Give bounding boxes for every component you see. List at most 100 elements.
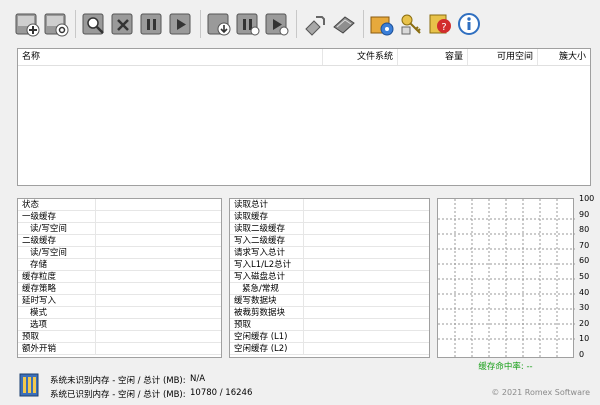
column-block-size[interactable]: 簇大小 — [538, 49, 590, 65]
help-icon: ? — [429, 14, 451, 34]
pause-all-button[interactable] — [235, 11, 261, 37]
stat-value — [304, 235, 429, 246]
graph-grid — [438, 199, 575, 359]
stat-value — [304, 199, 429, 210]
stat-value — [304, 247, 429, 258]
stat-row: 写入L1/L2总计 — [230, 259, 429, 271]
settings-button[interactable] — [369, 11, 395, 37]
view-task-button[interactable] — [81, 11, 107, 37]
cache-status-table: 状态 一级缓存 读/写空间 二级缓存 读/写空间 存储 缓存粒度 缓存策略 延时写入 模式 选项 预取… — [17, 198, 222, 358]
hit-rate-graph — [437, 198, 575, 359]
column-filesystem[interactable]: 文件系统 — [323, 49, 398, 65]
stat-value — [304, 319, 429, 330]
stat-label: 写入L1/L2总计 — [230, 259, 304, 270]
stat-value — [304, 259, 429, 270]
cache-settings-button[interactable] — [43, 11, 69, 37]
status-value — [96, 259, 221, 270]
status-value — [96, 343, 221, 354]
x-icon — [111, 13, 133, 35]
axis-tick-label: 90 — [579, 209, 590, 219]
pause-task-button[interactable] — [139, 11, 165, 37]
resume-all-button[interactable] — [264, 11, 290, 37]
volume-list[interactable]: 名称 文件系统 容量 可用空间 簇大小 — [17, 48, 591, 186]
status-label: 状态 — [18, 199, 96, 210]
play-icon — [169, 13, 191, 35]
recognized-memory-label: 系统已识别内存 - 空闲 / 总计 (MB): — [50, 390, 186, 400]
recognized-memory-value: 10780 / 16246 — [190, 388, 253, 398]
status-label: 额外开销 — [18, 343, 96, 354]
axis-tick-label: 20 — [579, 318, 590, 328]
axis-tick-label: 30 — [579, 303, 590, 313]
stat-row: 空闲缓存 (L2) — [230, 343, 429, 355]
status-label: 存储 — [18, 259, 96, 270]
status-label: 二级缓存 — [18, 235, 96, 246]
cache-hit-rate: 缓存命中率: -- — [478, 362, 533, 372]
status-value — [96, 271, 221, 282]
status-value — [96, 211, 221, 222]
remove-task-button[interactable] — [110, 11, 136, 37]
column-free-space[interactable]: 可用空间 — [468, 49, 538, 65]
stat-row: 紧急/常规 — [230, 283, 429, 295]
status-label: 选项 — [18, 319, 96, 330]
status-label: 缓存粒度 — [18, 271, 96, 282]
flush-cache-button[interactable] — [206, 11, 232, 37]
axis-tick-label: 40 — [579, 287, 590, 297]
axis-tick-label: 80 — [579, 225, 590, 235]
book-button[interactable] — [331, 11, 357, 37]
stat-value — [304, 211, 429, 222]
stat-value — [304, 283, 429, 294]
disk-gear-icon — [44, 13, 69, 37]
add-cache-task-button[interactable] — [14, 11, 40, 37]
status-row: 缓存策略 — [18, 283, 221, 295]
stat-row: 缓写数据块 — [230, 295, 429, 307]
status-row: 存储 — [18, 259, 221, 271]
unrecognized-memory: 系统未识别内存 - 空闲 / 总计 (MB): N/A — [50, 374, 205, 386]
status-row: 缓存粒度 — [18, 271, 221, 283]
axis-tick-label: 50 — [579, 272, 590, 281]
pause-all-icon — [236, 13, 260, 36]
column-name[interactable]: 名称 — [18, 49, 323, 65]
status-value — [96, 223, 221, 234]
start-task-button[interactable] — [168, 11, 194, 37]
status-value — [96, 283, 221, 294]
toolbar: ? — [14, 4, 594, 44]
svg-text:?: ? — [441, 22, 446, 33]
stat-value — [304, 331, 429, 342]
license-button[interactable] — [398, 11, 424, 37]
status-label: 预取 — [18, 331, 96, 342]
stat-row: 预取 — [230, 319, 429, 331]
stat-row: 写入二级缓存 — [230, 235, 429, 247]
graph-axis: 100 90 80 70 60 50 40 30 20 10 0 — [579, 193, 599, 363]
help-button[interactable]: ? — [427, 11, 453, 37]
axis-tick-label: 60 — [579, 256, 590, 266]
about-button[interactable] — [456, 11, 482, 37]
copyright: © 2021 Romex Software — [491, 388, 590, 397]
status-row: 二级缓存 — [18, 235, 221, 247]
stat-label: 紧急/常规 — [230, 283, 304, 294]
stat-label: 空闲缓存 (L2) — [230, 343, 304, 354]
stat-row: 空闲缓存 (L1) — [230, 331, 429, 343]
status-row: 读/写空间 — [18, 247, 221, 259]
axis-tick-label: 70 — [579, 240, 590, 250]
io-statistics-table: 读取总计 读取缓存 读取二级缓存 写入二级缓存 请求写入总计 写入L1/L2总计 写入磁盘总… — [229, 198, 430, 358]
status-row: 选项 — [18, 319, 221, 331]
axis-tick-label: 100 — [579, 194, 595, 203]
status-value — [96, 307, 221, 318]
status-row: 读/写空间 — [18, 223, 221, 235]
status-row: 延时写入 — [18, 295, 221, 307]
tools-button[interactable] — [302, 11, 328, 37]
stat-value — [304, 307, 429, 318]
status-label: 读/写空间 — [18, 223, 96, 234]
stat-row: 被裁剪数据块 — [230, 307, 429, 319]
status-label: 读/写空间 — [18, 247, 96, 258]
column-capacity[interactable]: 容量 — [398, 49, 468, 65]
status-value — [96, 247, 221, 258]
status-value — [96, 235, 221, 246]
memory-icon — [19, 373, 39, 397]
stat-label: 缓写数据块 — [230, 295, 304, 306]
status-value — [96, 319, 221, 330]
unrecognized-memory-value: N/A — [190, 374, 206, 384]
unrecognized-memory-label: 系统未识别内存 - 空闲 / 总计 (MB): — [50, 376, 186, 386]
volume-list-header: 名称 文件系统 容量 可用空间 簇大小 — [18, 49, 590, 66]
status-row: 状态 — [18, 199, 221, 211]
